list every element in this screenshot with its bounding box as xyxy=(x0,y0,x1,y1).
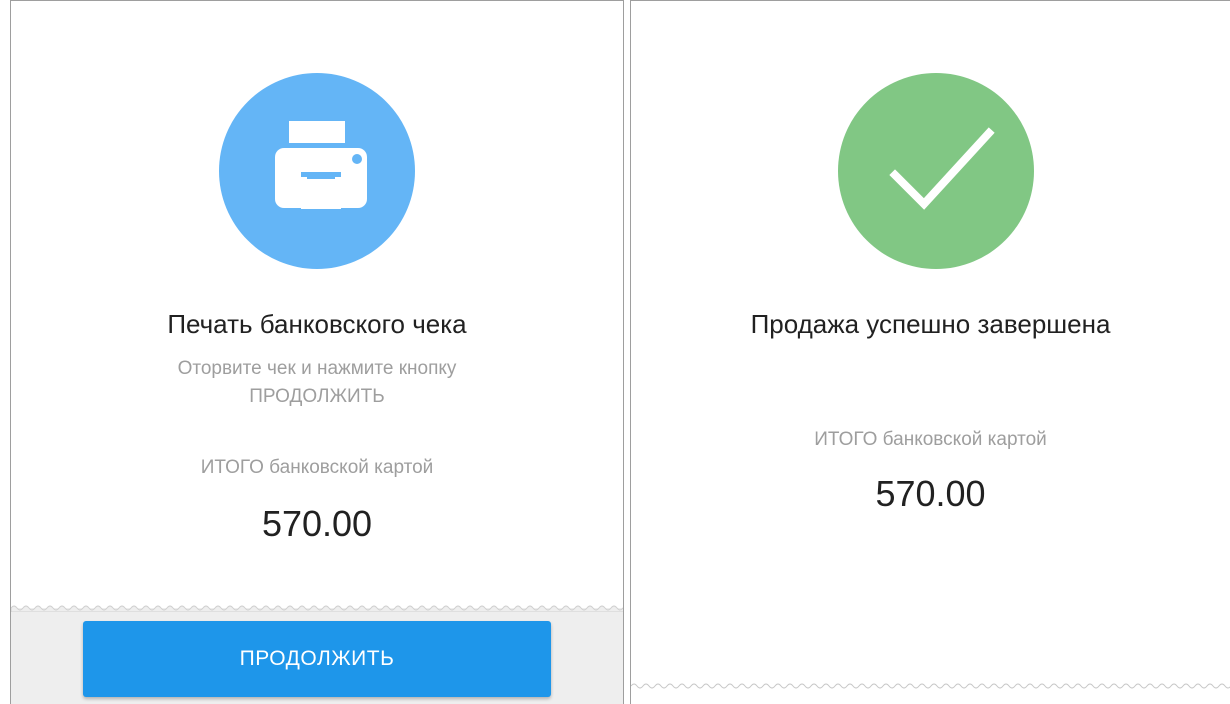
receipt-tear-edge xyxy=(11,605,623,612)
print-receipt-panel: Печать банковского чека Оторвите чек и н… xyxy=(10,0,624,704)
continue-button[interactable]: ПРОДОЛЖИТЬ xyxy=(83,621,551,697)
total-label: ИТОГО банковской картой xyxy=(814,429,1047,450)
instruction-line-1: Оторвите чек и нажмите кнопку xyxy=(177,358,457,379)
total-amount: 570.00 xyxy=(261,503,373,544)
printer-icon-circle xyxy=(219,73,415,269)
print-receipt-title: Печать банковского чека xyxy=(167,309,467,339)
checkmark-icon xyxy=(889,127,995,210)
sale-complete-panel: Продажа успешно завершена ИТОГО банковск… xyxy=(630,0,1230,704)
printer-icon xyxy=(275,121,367,209)
checkmark-icon-circle xyxy=(838,73,1034,269)
total-amount: 570.00 xyxy=(875,473,986,514)
total-label: ИТОГО банковской картой xyxy=(200,457,434,478)
sale-complete-title: Продажа успешно завершена xyxy=(750,309,1111,339)
instruction-line-2: ПРОДОЛЖИТЬ xyxy=(249,386,385,407)
receipt-tear-edge xyxy=(631,683,1230,689)
